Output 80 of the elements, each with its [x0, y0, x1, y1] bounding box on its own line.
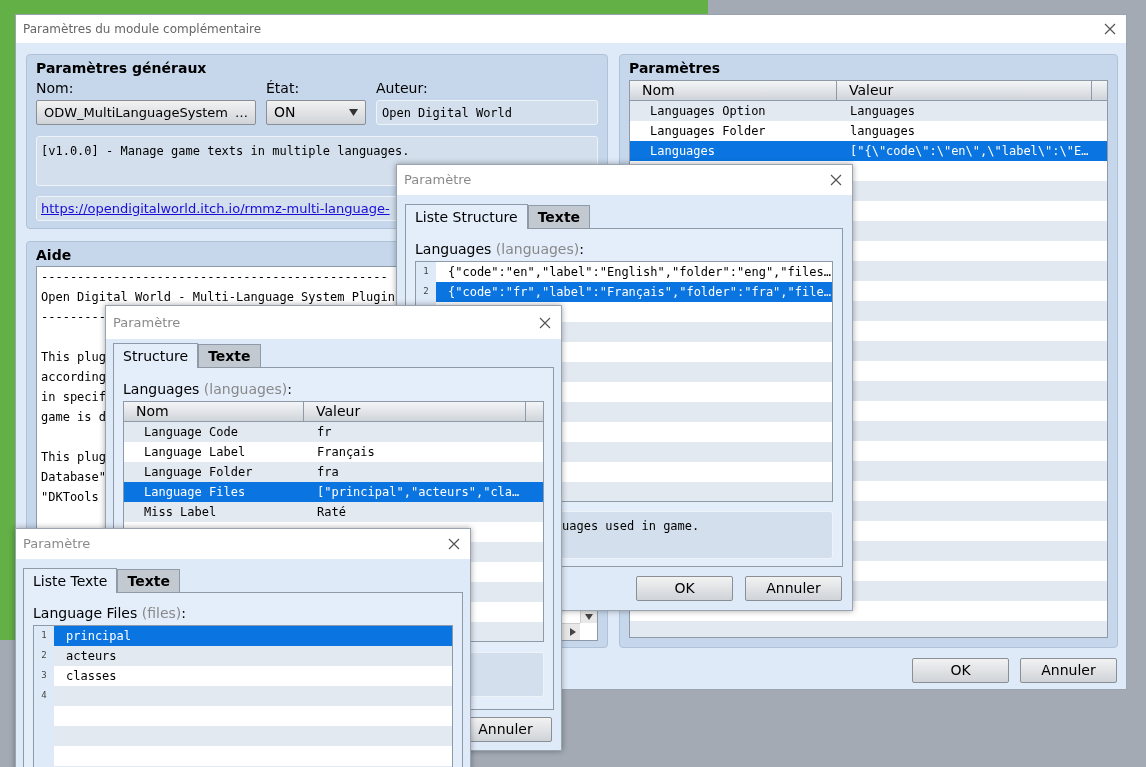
list-item[interactable]: classes	[54, 666, 452, 686]
close-icon[interactable]	[830, 174, 842, 186]
help-line: Open Digital World - Multi-Language System Plugin	[41, 289, 395, 306]
help-line: ------------------------------------------------	[41, 269, 388, 286]
table-cell-text: Language Label	[143, 444, 247, 461]
line-number: 3	[41, 669, 47, 683]
table-row[interactable]: Languages Folder languages	[630, 121, 1107, 141]
state-dropdown[interactable]: ON	[266, 100, 366, 125]
panel-title: Aide	[36, 246, 72, 265]
table-cell-text: fr	[316, 424, 332, 441]
list-item[interactable]: {"code":"fr","label":"Français","folder":"fra","file…	[436, 282, 832, 302]
close-icon[interactable]	[539, 316, 551, 329]
field-label: Languages (languages):	[123, 381, 293, 397]
line-number: 4	[41, 689, 47, 703]
table-cell-text: Language Files	[143, 484, 247, 501]
help-line: ---------	[41, 309, 107, 326]
panel-title: Paramètres généraux	[36, 59, 208, 78]
table-row[interactable]: Language Label Français	[124, 442, 543, 462]
line-number: 1	[41, 629, 47, 643]
table-cell-text: Raté	[316, 504, 346, 521]
table-row[interactable]: Language Code fr	[124, 422, 543, 442]
tab[interactable]: Liste Texte	[23, 568, 118, 593]
tab[interactable]: Structure	[113, 343, 199, 368]
list-item[interactable]: principal	[54, 626, 452, 646]
right-arrow-icon[interactable]	[570, 628, 576, 636]
help-line: "DKTools	[41, 489, 99, 506]
tab[interactable]: Liste Structure	[405, 204, 528, 229]
table-cell-text: Languages	[849, 103, 916, 120]
field-label: Auteur:	[376, 80, 429, 96]
field-label: Language Files (files):	[33, 605, 187, 621]
tab[interactable]: Texte	[527, 205, 591, 229]
column-header[interactable]: Nom	[630, 81, 837, 100]
window-title: Paramètres du module complémentaire	[23, 21, 262, 38]
tab[interactable]: Texte	[198, 344, 261, 368]
window-title: Paramètre	[113, 313, 181, 332]
dialog-button[interactable]: OK	[636, 576, 733, 601]
column-header[interactable]: Valeur	[304, 402, 526, 421]
close-icon[interactable]	[448, 538, 460, 550]
caret-icon	[349, 109, 358, 116]
column-header[interactable]: Valeur	[837, 81, 1092, 100]
table-row[interactable]: Languages ["{\"code\":\"en\",\"label\":\"E…	[630, 141, 1107, 161]
table-cell-text: languages	[849, 123, 916, 140]
field-label: Languages (languages):	[415, 241, 585, 257]
down-arrow-icon[interactable]	[585, 614, 593, 620]
help-line: This plug	[41, 349, 107, 366]
list-item[interactable]: acteurs	[54, 646, 452, 666]
author-field[interactable]: Open Digital World	[376, 100, 598, 125]
field-label: Nom:	[36, 80, 75, 96]
panel-title: Paramètres	[629, 59, 722, 78]
help-line: Database"	[41, 469, 107, 486]
table-cell-text: Français	[316, 444, 375, 461]
column-header[interactable]: Nom	[124, 402, 304, 421]
close-icon[interactable]	[1104, 23, 1116, 35]
window-title: Paramètre	[23, 535, 91, 554]
table-cell-text: Miss Label	[143, 504, 218, 521]
list-item[interactable]: {"code":"en","label":"English","folder":"eng","files…	[436, 262, 832, 282]
table-cell-text: fra	[316, 464, 339, 481]
table-row[interactable]: Language Folder fra	[124, 462, 543, 482]
table-row[interactable]: Languages Option Languages	[630, 101, 1107, 121]
help-line: in specif	[41, 389, 107, 406]
table-cell-text: Language Folder	[143, 464, 254, 481]
table-cell-text: ["principal","acteurs","cla…	[316, 484, 520, 501]
help-line: This plug	[41, 449, 107, 466]
line-number: 1	[423, 265, 429, 279]
help-line: game is d	[41, 409, 107, 426]
line-number: 2	[41, 649, 47, 663]
table-cell-text: ["{\"code\":\"en\",\"label\":\"E…	[849, 143, 1089, 160]
table-cell-text: Languages Folder	[649, 123, 767, 140]
table-cell-text: Languages Option	[649, 103, 767, 120]
dialog-button[interactable]: Annuler	[745, 576, 842, 601]
name-picker[interactable]: ODW_MultiLanguageSystem …	[36, 100, 256, 125]
field-label: État:	[266, 80, 301, 96]
table-row[interactable]: Language Files ["principal","acteurs","cla…	[124, 482, 543, 502]
line-number: 2	[423, 285, 429, 299]
dialog-button[interactable]: Annuler	[1020, 658, 1117, 683]
table-cell-text: Languages	[649, 143, 717, 160]
dialog-button[interactable]: OK	[912, 658, 1009, 683]
table-cell-text: Language Code	[143, 424, 239, 441]
help-line: according	[41, 369, 107, 386]
tab[interactable]: Texte	[117, 569, 180, 593]
